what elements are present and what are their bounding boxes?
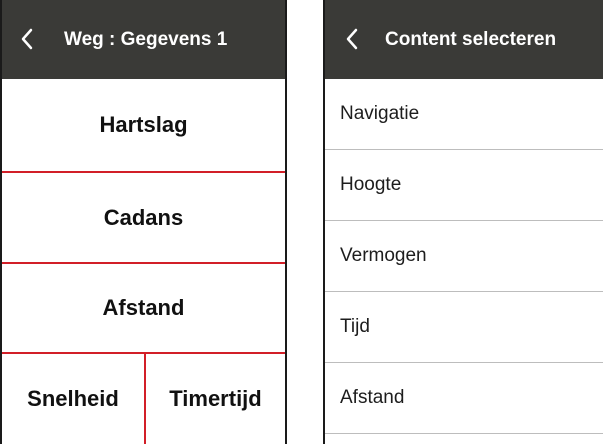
content-select-screen: Content selecteren Navigatie Hoogte Verm… — [323, 0, 603, 444]
back-button[interactable] — [337, 24, 367, 54]
data-field-heart-rate[interactable]: Hartslag — [2, 79, 285, 171]
list-item-power[interactable]: Vermogen — [325, 221, 603, 291]
list-item-label: Afstand — [340, 387, 405, 408]
field-label: Hartslag — [99, 112, 188, 137]
header-bar: Content selecteren — [325, 0, 603, 79]
data-field-distance[interactable]: Afstand — [2, 264, 285, 352]
chevron-left-icon — [346, 28, 358, 50]
page-title: Content selecteren — [385, 29, 557, 50]
data-field-timer[interactable]: Timertijd — [146, 354, 285, 444]
data-screen-editor: Weg : Gegevens 1 Hartslag Cadans Afstand… — [0, 0, 287, 444]
list-item-label: Vermogen — [340, 245, 427, 266]
list-item-elevation[interactable]: Hoogte — [325, 150, 603, 220]
field-label: Timertijd — [169, 386, 262, 411]
list-item-label: Navigatie — [340, 103, 420, 124]
list-item-navigation[interactable]: Navigatie — [325, 79, 603, 149]
header-bar: Weg : Gegevens 1 — [2, 0, 285, 79]
list-item-time[interactable]: Tijd — [325, 292, 603, 362]
field-label: Cadans — [103, 204, 184, 230]
field-label: Snelheid — [27, 386, 119, 411]
list-item-label: Tijd — [340, 316, 370, 337]
back-button[interactable] — [12, 24, 42, 54]
list-divider — [325, 433, 603, 434]
field-label: Afstand — [102, 295, 185, 320]
page-title: Weg : Gegevens 1 — [64, 29, 228, 50]
data-field-cadence[interactable]: Cadans — [2, 173, 285, 262]
chevron-left-icon — [21, 28, 33, 50]
data-field-speed[interactable]: Snelheid — [2, 354, 144, 444]
list-item-label: Hoogte — [340, 174, 402, 195]
list-item-distance[interactable]: Afstand — [325, 363, 603, 433]
